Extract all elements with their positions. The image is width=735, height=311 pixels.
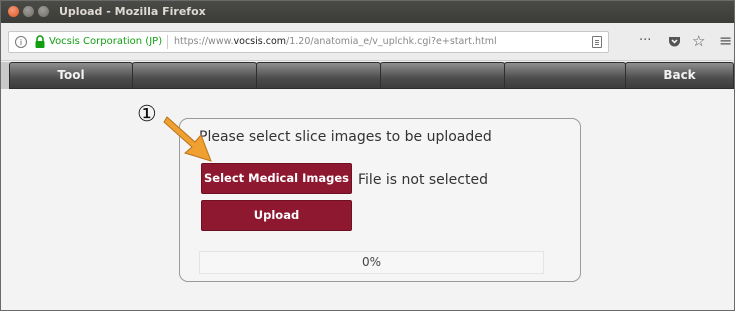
navigation-bar: i Vocsis Corporation (JP) https://www.vo… <box>1 23 734 61</box>
window-title: Upload - Mozilla Firefox <box>59 5 206 18</box>
tool-button[interactable]: Tool <box>9 62 133 89</box>
file-status-text: File is not selected <box>358 172 488 188</box>
toolbar-button-3[interactable] <box>256 62 381 89</box>
maximize-window-icon[interactable] <box>38 6 49 17</box>
url-prefix: https://www. <box>174 36 234 47</box>
url-domain: vocsis.com <box>233 36 287 47</box>
page-content: Please select slice images to be uploade… <box>1 89 734 310</box>
toolbar-button-2[interactable] <box>132 62 257 89</box>
back-button[interactable]: Back <box>625 62 734 89</box>
pocket-icon[interactable] <box>668 36 681 48</box>
url-path: /1.20/anatomia_e/v_uplchk.cgi?e+start.ht… <box>286 36 497 47</box>
browser-window: Upload - Mozilla Firefox i Vocsis Corpor… <box>0 0 735 311</box>
upload-progress-bar: 0% <box>199 251 544 274</box>
lock-icon[interactable] <box>34 35 46 49</box>
upload-button[interactable]: Upload <box>201 200 352 231</box>
site-toolbar: Tool Back <box>1 62 734 89</box>
url-text[interactable]: https://www.vocsis.com/1.20/anatomia_e/v… <box>174 36 497 47</box>
url-bar[interactable]: i Vocsis Corporation (JP) https://www.vo… <box>8 31 609 53</box>
toolbar-button-5[interactable] <box>504 62 626 89</box>
step-number-annotation: ① <box>137 102 157 127</box>
upload-panel: Please select slice images to be uploade… <box>179 118 581 282</box>
page-actions-menu-icon[interactable]: ··· <box>639 33 651 48</box>
close-window-icon[interactable] <box>8 6 19 17</box>
progress-label: 0% <box>361 255 382 269</box>
pointer-arrow-icon <box>163 116 212 162</box>
title-bar: Upload - Mozilla Firefox <box>1 1 734 23</box>
minimize-window-icon[interactable] <box>23 6 34 17</box>
url-divider <box>167 35 168 49</box>
hamburger-menu-icon[interactable]: ≡ <box>719 31 732 50</box>
select-medical-images-button[interactable]: Select Medical Images <box>201 163 352 194</box>
info-icon[interactable]: i <box>15 36 27 48</box>
reader-view-icon[interactable] <box>592 36 602 48</box>
bookmark-star-icon[interactable]: ☆ <box>692 32 705 50</box>
upload-heading: Please select slice images to be uploade… <box>199 129 492 145</box>
site-identity[interactable]: Vocsis Corporation (JP) <box>49 36 162 47</box>
toolbar-button-4[interactable] <box>380 62 505 89</box>
